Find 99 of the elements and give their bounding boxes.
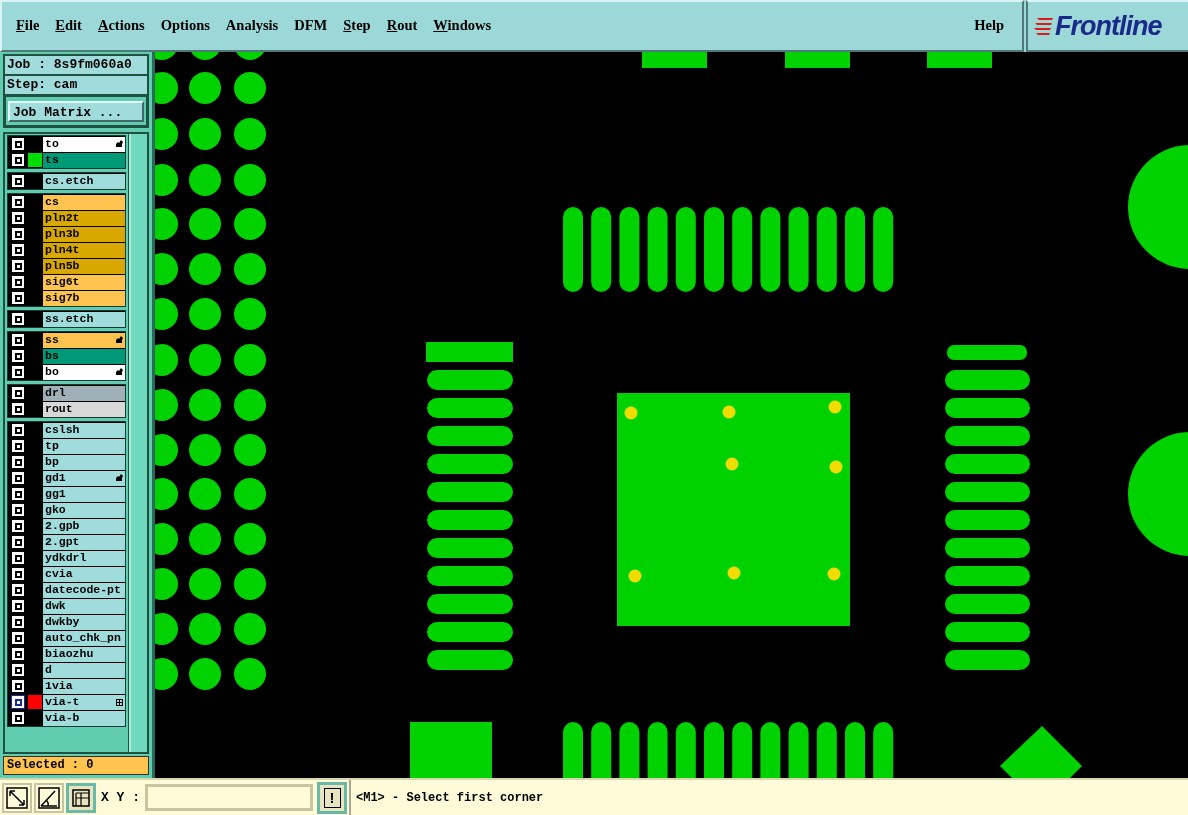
layer-name[interactable]: pln2t <box>43 210 125 226</box>
layer-checkbox[interactable] <box>11 137 25 151</box>
layer-color-swatch[interactable] <box>28 695 42 709</box>
layer-checkbox[interactable] <box>11 227 25 241</box>
layer-name[interactable]: ts <box>43 152 125 168</box>
layer-checkbox[interactable] <box>11 599 25 613</box>
layer-checkbox[interactable] <box>11 259 25 273</box>
status-message: <M1> - Select first corner <box>355 789 545 807</box>
layer-checkbox[interactable] <box>11 386 25 400</box>
layer-name[interactable]: cs <box>43 194 125 210</box>
layer-checkbox[interactable] <box>11 211 25 225</box>
menu-item[interactable]: Actions <box>96 15 146 37</box>
selected-count: Selected : 0 <box>3 756 149 775</box>
layer-name[interactable]: rout <box>43 401 125 417</box>
layer-checkbox[interactable] <box>11 455 25 469</box>
layer-checkbox[interactable] <box>11 663 25 677</box>
layer-name[interactable]: biaozhu <box>43 646 125 662</box>
layer-checkbox[interactable] <box>11 615 25 629</box>
layer-color-swatch[interactable] <box>28 153 42 167</box>
layer-checkbox[interactable] <box>11 711 25 725</box>
xy-input-field[interactable] <box>145 784 313 811</box>
layer-checkbox[interactable] <box>11 519 25 533</box>
layer-checkbox[interactable] <box>11 195 25 209</box>
job-label: Job : 8s9fm060a0 <box>5 56 147 74</box>
menu-item[interactable]: Step <box>342 15 372 37</box>
menu-item[interactable]: File <box>15 15 41 37</box>
layer-checkbox[interactable] <box>11 243 25 257</box>
xy-label: X Y : <box>100 788 141 807</box>
speed-lines-icon <box>1033 15 1055 37</box>
layer-name[interactable]: auto_chk_pn <box>43 630 125 646</box>
layer-name[interactable]: datecode-pt <box>43 582 125 598</box>
menu-item[interactable]: Rout <box>385 15 419 37</box>
layer-name[interactable]: gd1 <box>43 470 125 486</box>
layer-name[interactable]: bo <box>43 364 125 380</box>
layer-checkbox[interactable] <box>11 551 25 565</box>
layer-name[interactable]: d <box>43 662 125 678</box>
layer-checkbox[interactable] <box>11 174 25 188</box>
layer-checkbox[interactable] <box>11 312 25 326</box>
layer-name[interactable]: dwk <box>43 598 125 614</box>
layer-checkbox[interactable] <box>11 333 25 347</box>
layer-name[interactable]: pln4t <box>43 242 125 258</box>
layer-name[interactable]: cslsh <box>43 422 125 438</box>
menu-item[interactable]: Options <box>159 15 211 37</box>
layer-checkbox[interactable] <box>11 365 25 379</box>
layer-name[interactable]: bs <box>43 348 125 364</box>
layer-name[interactable]: 2.gpb <box>43 518 125 534</box>
layer-checkbox[interactable] <box>11 153 25 167</box>
layer-checkbox[interactable] <box>11 695 25 709</box>
layer-checkbox[interactable] <box>11 291 25 305</box>
layer-name[interactable]: pln5b <box>43 258 125 274</box>
layer-checkbox[interactable] <box>11 535 25 549</box>
layer-name[interactable]: pln3b <box>43 226 125 242</box>
diagonal-arrow-icon <box>6 786 28 809</box>
layer-name[interactable]: sig7b <box>43 290 125 306</box>
layer-checkbox[interactable] <box>11 631 25 645</box>
layer-checkbox[interactable] <box>11 487 25 501</box>
menu-item[interactable]: Edit <box>54 15 83 37</box>
layer-name[interactable]: sig6t <box>43 274 125 290</box>
logo-text: Frontline <box>1055 12 1162 40</box>
layer-name[interactable]: via-t <box>43 694 125 710</box>
layer-checkbox[interactable] <box>11 423 25 437</box>
layer-name[interactable]: gko <box>43 502 125 518</box>
layer-checkbox[interactable] <box>11 471 25 485</box>
layer-checkbox[interactable] <box>11 439 25 453</box>
help-menu[interactable]: Help <box>974 15 1004 37</box>
layer-name[interactable]: dwkby <box>43 614 125 630</box>
layer-name[interactable]: cs.etch <box>43 173 125 189</box>
layer-checkbox[interactable] <box>11 567 25 581</box>
layer-name[interactable]: ss <box>43 332 125 348</box>
step-label: Step: cam <box>5 76 147 94</box>
zoom-fit-button[interactable] <box>2 782 32 813</box>
grid-icon <box>72 788 90 807</box>
layer-name[interactable]: to <box>43 136 125 152</box>
layer-name[interactable]: ydkdrl <box>43 550 125 566</box>
layer-checkbox[interactable] <box>11 349 25 363</box>
layer-checkbox[interactable] <box>11 647 25 661</box>
layer-name[interactable]: via-b <box>43 710 125 726</box>
layer-name[interactable]: gg1 <box>43 486 125 502</box>
menu-item[interactable]: Analysis <box>224 15 280 37</box>
layer-name[interactable]: 1via <box>43 678 125 694</box>
layer-checkbox[interactable] <box>11 679 25 693</box>
layer-name[interactable]: cvia <box>43 566 125 582</box>
menu-item[interactable]: Windows <box>432 15 493 37</box>
layer-checkbox[interactable] <box>11 583 25 597</box>
layer-checkbox[interactable] <box>11 402 25 416</box>
layer-name[interactable]: bp <box>43 454 125 470</box>
scrollbar-track[interactable] <box>129 134 147 752</box>
layer-name[interactable]: 2.gpt <box>43 534 125 550</box>
grid-button[interactable] <box>66 782 96 813</box>
layer-checkbox[interactable] <box>11 503 25 517</box>
layer-checkbox[interactable] <box>11 275 25 289</box>
layer-name[interactable]: drl <box>43 385 125 401</box>
measure-button[interactable] <box>34 782 64 813</box>
layer-name[interactable]: ss.etch <box>43 311 125 327</box>
job-matrix-button[interactable]: Job Matrix ... <box>8 101 144 122</box>
menu-item[interactable]: DFM <box>293 15 329 37</box>
angle-icon <box>38 786 60 809</box>
layer-name[interactable]: tp <box>43 438 125 454</box>
execute-button[interactable]: ! <box>317 781 347 814</box>
